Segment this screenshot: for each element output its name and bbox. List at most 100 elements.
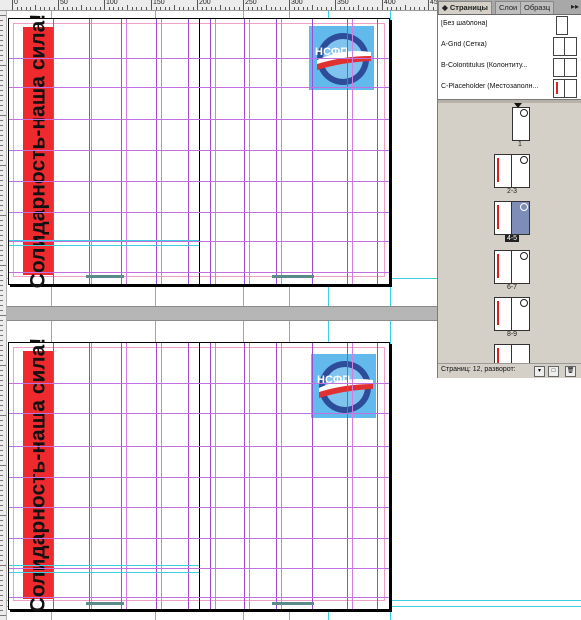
ruler-tick (0, 425, 3, 426)
pasteboard-divider (7, 306, 437, 321)
master-thumbnail (553, 58, 577, 77)
ruler-minor-tick (285, 7, 286, 10)
masters-list[interactable]: [Без шаблона] A-Grid (Сетка) B-Colontitu… (438, 15, 581, 99)
new-page-icon[interactable]: □ (548, 366, 559, 377)
row-guide[interactable] (9, 568, 389, 569)
ruler-tick (0, 365, 6, 366)
ruler-minor-tick (377, 7, 378, 10)
ruler-minor-tick (188, 7, 189, 10)
ruler-tick (0, 145, 3, 146)
ruler-minor-tick (424, 7, 425, 10)
ruler-tick (0, 530, 3, 531)
ruler-minor-tick (122, 7, 123, 10)
ruler-tick (0, 315, 6, 316)
pages-panel[interactable]: ◆ Страницы Слои Образц ▸▸ [Без шаблона] … (437, 0, 581, 378)
ruler-tick (0, 360, 3, 361)
ruler-minor-tick (307, 7, 308, 10)
row-guide[interactable] (9, 383, 389, 384)
cyan-guide[interactable] (9, 572, 199, 573)
ruler-major-tick (104, 0, 105, 10)
master-label: [Без шаблона] (441, 20, 488, 27)
ruler-minor-tick (363, 7, 364, 10)
ruler-tick (0, 40, 3, 41)
master-item-placeholder[interactable]: C-Placeholder (Местозаполн... (438, 78, 581, 98)
ruler-minor-tick (109, 7, 110, 10)
pages-list[interactable]: 1 2-3 4-5 6-7 8-9 (438, 103, 581, 363)
ruler-tick (0, 325, 3, 326)
ruler-tick (0, 110, 3, 111)
ruler-minor-tick (340, 7, 341, 10)
ruler-tick (0, 140, 3, 141)
row-guide[interactable] (9, 272, 389, 273)
row-guide[interactable] (9, 150, 389, 151)
row-guide[interactable] (9, 87, 389, 88)
master-thumbnail (556, 16, 568, 35)
row-guide[interactable] (9, 241, 389, 242)
spread-bottom[interactable]: Солидарность-наша сила! НСФП (8, 338, 390, 612)
banner[interactable]: Солидарность-наша сила! (23, 338, 53, 612)
page-item[interactable]: 2-3 (492, 154, 532, 198)
panel-tabs: ◆ Страницы Слои Образц ▸▸ (438, 0, 581, 15)
ruler-tick (0, 580, 3, 581)
ruler-minor-tick (202, 7, 203, 10)
ruler-minor-tick (353, 7, 354, 10)
delete-page-icon[interactable]: 🗑 (565, 366, 576, 377)
page-item[interactable]: 4-5 (492, 201, 532, 245)
row-guide[interactable] (9, 477, 389, 478)
ruler-tick (0, 125, 3, 126)
tab-pages[interactable]: ◆ Страницы (438, 1, 492, 14)
tab-layers[interactable]: Слои (495, 1, 522, 14)
ruler-minor-tick (280, 7, 281, 10)
row-guide[interactable] (9, 446, 389, 447)
ruler-major-tick (243, 0, 244, 10)
tab-swatches[interactable]: Образц (520, 1, 555, 14)
ruler-tick (0, 115, 6, 116)
ruler-tick (0, 275, 3, 276)
page-item[interactable]: 6-7 (492, 250, 532, 294)
ruler-major-tick (151, 0, 152, 10)
master-item-grid[interactable]: A-Grid (Сетка) (438, 36, 581, 56)
ruler-label: 250 (245, 0, 257, 6)
cyan-guide[interactable] (9, 245, 199, 246)
master-item-none[interactable]: [Без шаблона] (438, 15, 581, 35)
row-guide[interactable] (9, 507, 389, 508)
ruler-tick (0, 290, 3, 291)
ruler-tick (0, 495, 3, 496)
ruler-tick (0, 230, 3, 231)
master-item-colontitulus[interactable]: B-Colontitulus (Колонтиту... (438, 57, 581, 77)
vertical-ruler[interactable] (0, 11, 7, 620)
row-guide[interactable] (9, 58, 389, 59)
panel-menu-icon[interactable]: ▸▸ (571, 2, 579, 11)
page-item[interactable]: 8-9 (492, 297, 532, 341)
ruler-tick (0, 305, 3, 306)
ruler-tick (0, 240, 3, 241)
row-guide[interactable] (9, 119, 389, 120)
row-guide[interactable] (9, 413, 389, 414)
row-guide[interactable] (9, 597, 389, 598)
horizontal-ruler[interactable]: 0 50 100 150 200 250 300 350 400 450 (0, 0, 442, 11)
ruler-tick (0, 430, 3, 431)
master-label: A-Grid (Сетка) (441, 41, 487, 48)
page-number-label: 4-5 (504, 235, 520, 242)
banner[interactable]: Солидарность-наша сила! (23, 14, 53, 288)
row-guide[interactable] (9, 181, 389, 182)
ruler-major-tick (428, 0, 429, 10)
row-guide[interactable] (9, 212, 389, 213)
ruler-tick (0, 100, 3, 101)
page-item[interactable]: 1 (500, 107, 540, 151)
ruler-tick (0, 15, 6, 16)
ruler-minor-tick (21, 7, 22, 10)
ruler-minor-tick (90, 7, 91, 10)
ruler-minor-tick (165, 7, 166, 10)
cyan-guide[interactable] (9, 565, 199, 566)
cyan-guide[interactable] (9, 240, 199, 241)
spread-top[interactable]: Солидарность-наша сила! НСФП (8, 14, 390, 288)
row-guide[interactable] (9, 538, 389, 539)
ruler-tick (0, 480, 3, 481)
logo[interactable]: НСФП (311, 354, 376, 418)
ruler-minor-tick (146, 7, 147, 10)
edit-page-size-icon[interactable]: ▾ (534, 366, 545, 377)
ruler-tick (0, 415, 6, 416)
page-item[interactable] (492, 344, 532, 363)
ruler-tick (0, 95, 3, 96)
